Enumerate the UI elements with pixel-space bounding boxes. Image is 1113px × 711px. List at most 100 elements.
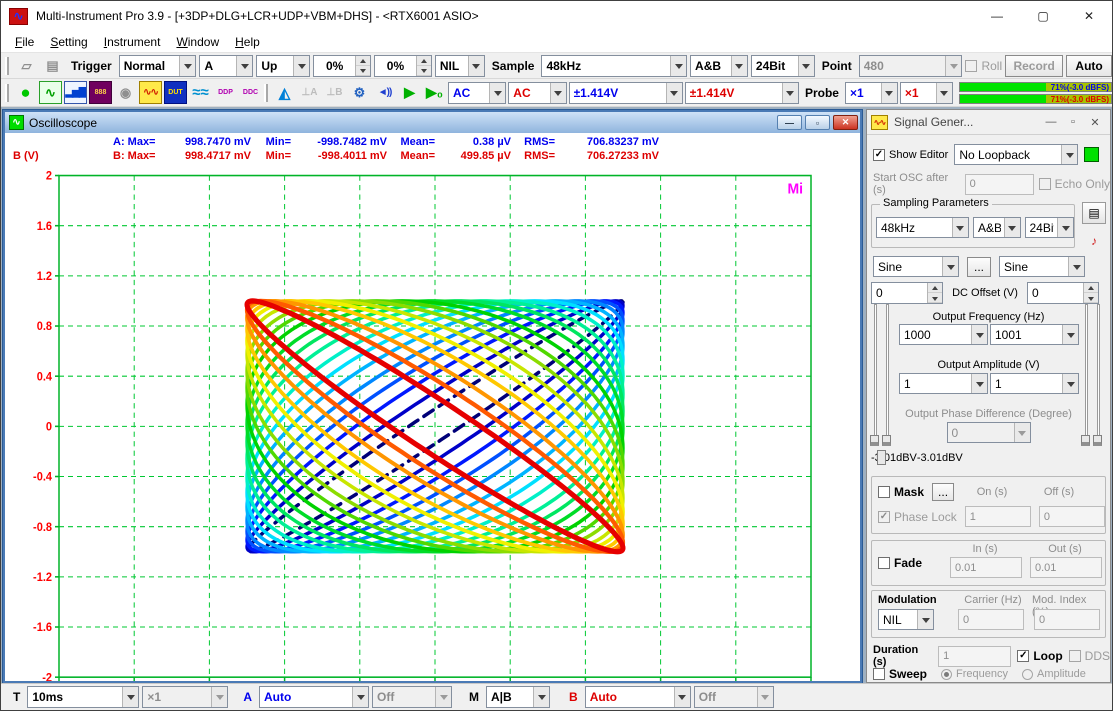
show-editor-checkbox[interactable]: ✓Show Editor: [873, 149, 948, 161]
sg-save-button[interactable]: ▤: [1082, 202, 1106, 224]
trigger-label: Trigger: [67, 59, 116, 73]
osc-restore-button[interactable]: ▫: [805, 115, 830, 130]
chevron-down-icon: [1062, 325, 1078, 344]
mask-checkbox[interactable]: Mask: [878, 485, 924, 499]
menu-instrument[interactable]: Instrument: [96, 33, 169, 51]
slider-thumb[interactable]: [877, 450, 886, 465]
chevron-down-icon: [798, 56, 814, 76]
fade-checkbox[interactable]: Fade: [878, 556, 922, 570]
channel-b-mode-combo[interactable]: Auto: [585, 686, 691, 708]
dc-offset-a-spinner[interactable]: 0: [871, 282, 943, 304]
wave-a-combo[interactable]: Sine: [873, 256, 959, 277]
slider-thumb[interactable]: [882, 435, 891, 446]
trigger-mode-combo[interactable]: Normal: [119, 55, 197, 77]
auto-button[interactable]: Auto: [1066, 55, 1112, 77]
slider-thumb[interactable]: [1081, 435, 1090, 446]
trigger-level-spinner[interactable]: 0%: [313, 55, 371, 77]
sg-sample-rate-combo[interactable]: 48kHz: [876, 217, 969, 238]
signal-generator-title-bar[interactable]: ∿∿ Signal Gener... — ▫ ✕: [867, 110, 1110, 135]
resolution-combo[interactable]: 24Bit: [751, 55, 815, 77]
freq-a-combo[interactable]: 1000: [899, 324, 988, 345]
ddp-viewer-icon[interactable]: DDP: [214, 81, 237, 104]
channels-combo[interactable]: A&B: [690, 55, 748, 77]
calibration-icon[interactable]: ◭: [273, 81, 296, 104]
oscilloscope-title-bar[interactable]: ∿ Oscilloscope — ▫ ✕: [5, 112, 860, 133]
multi-wave-icon[interactable]: ≈≈: [189, 81, 212, 104]
play-icon[interactable]: ▶: [398, 81, 421, 104]
sweep-checkbox[interactable]: Sweep: [873, 667, 927, 681]
probe-b-combo[interactable]: ×1: [900, 82, 953, 104]
channel-a-mode-combo[interactable]: Auto: [259, 686, 369, 708]
minimize-button[interactable]: —: [974, 1, 1020, 31]
menu-setting[interactable]: Setting: [42, 33, 95, 51]
ddc-icon[interactable]: DDC: [239, 81, 262, 104]
modulation-combo[interactable]: NIL: [878, 609, 934, 630]
multimeter-icon[interactable]: 888: [89, 81, 112, 104]
on-field: 1: [965, 506, 1031, 527]
chevron-down-icon: [211, 687, 227, 707]
sound-output-icon[interactable]: ◄)): [373, 81, 396, 104]
chevron-down-icon: [1061, 145, 1077, 164]
spin-down-icon: [928, 293, 942, 303]
sg-run-button[interactable]: [1084, 147, 1099, 162]
menu-file[interactable]: File: [7, 33, 42, 51]
range-b-combo[interactable]: ±1.414V: [685, 82, 799, 104]
menu-window[interactable]: Window: [168, 33, 227, 51]
save-icon[interactable]: ▤: [41, 54, 64, 77]
chevron-down-icon: [674, 687, 690, 707]
sg-channels-combo[interactable]: A&B: [973, 217, 1021, 238]
loopback-combo[interactable]: No Loopback: [954, 144, 1078, 165]
sg-resolution-combo[interactable]: 24Bit: [1025, 217, 1075, 238]
waveform-row: Sine ... Sine: [873, 256, 1110, 277]
timebase-combo[interactable]: 10ms: [27, 686, 139, 708]
mask-group: Mask ... On (s) Off (s) ✓Phase Lock 1 0: [871, 476, 1106, 534]
open-icon[interactable]: ▱: [15, 54, 38, 77]
freq-b-combo[interactable]: 1001: [990, 324, 1079, 345]
maximize-button[interactable]: ▢: [1020, 1, 1066, 31]
amp-b-combo[interactable]: 1: [990, 373, 1079, 394]
range-a-combo[interactable]: ±1.414V: [569, 82, 683, 104]
device-test-plan-icon[interactable]: DUT: [164, 81, 187, 104]
y-tick-label: -0.8: [33, 522, 52, 534]
oscilloscope-icon[interactable]: ∿: [39, 81, 62, 104]
coupling-a-combo[interactable]: AC: [448, 82, 506, 104]
wave-b-combo[interactable]: Sine: [999, 256, 1085, 277]
loop-checkbox[interactable]: ✓Loop: [1017, 649, 1062, 663]
sg-library-icon[interactable]: ♪: [1082, 230, 1106, 252]
close-button[interactable]: ✕: [1066, 1, 1112, 31]
coupling-b-combo[interactable]: AC: [508, 82, 566, 104]
trigger-delay-spinner[interactable]: 0%: [374, 55, 432, 77]
osc-close-button[interactable]: ✕: [833, 115, 858, 130]
amp-a-combo[interactable]: 1: [899, 373, 988, 394]
left-amplitude-sliders[interactable]: [869, 302, 897, 452]
mask-options-button[interactable]: ...: [932, 483, 954, 501]
probe-label: Probe: [801, 86, 843, 100]
channel-a-aux-combo: Off: [372, 686, 452, 708]
signal-generator-panel: ∿∿ Signal Gener... — ▫ ✕ ✓Show Editor No…: [866, 109, 1111, 683]
probe-a-combo[interactable]: ×1: [845, 82, 898, 104]
spectrum-analyzer-icon[interactable]: ▂▅▇: [64, 81, 87, 104]
slider-thumb[interactable]: [870, 435, 879, 446]
sg-minimize-button[interactable]: —: [1040, 116, 1062, 128]
sg-close-button[interactable]: ✕: [1084, 116, 1106, 129]
signal-generator-icon[interactable]: ∿∿: [139, 81, 162, 104]
trigger-hpf-combo[interactable]: NIL: [435, 55, 485, 77]
dc-offset-b-spinner[interactable]: 0: [1027, 282, 1099, 304]
menu-help[interactable]: Help: [227, 33, 268, 51]
math-mode-combo[interactable]: A|B: [486, 686, 550, 708]
oscilloscope-client: A: Max=998.7470 mV Min=-998.7482 mV Mean…: [5, 133, 860, 681]
run-stop-icon[interactable]: ●: [14, 81, 37, 104]
sg-restore-button: ▫: [1062, 116, 1084, 128]
right-amplitude-sliders[interactable]: [1080, 302, 1108, 452]
slider-thumb[interactable]: [1093, 435, 1102, 446]
osc-minimize-button[interactable]: —: [777, 115, 802, 130]
chevron-down-icon: [881, 83, 897, 103]
wave-options-button[interactable]: ...: [967, 257, 991, 277]
settings-wrench-icon[interactable]: ⚙: [348, 81, 371, 104]
level-meter-a: 71%(-3.0 dBFS): [959, 82, 1112, 92]
play-loop-icon[interactable]: ▶₀: [423, 81, 446, 104]
trigger-source-combo[interactable]: A: [199, 55, 253, 77]
sample-rate-combo[interactable]: 48kHz: [541, 55, 687, 77]
trigger-edge-combo[interactable]: Up: [256, 55, 310, 77]
app-title: Multi-Instrument Pro 3.9 - [+3DP+DLG+LCR…: [36, 9, 479, 23]
